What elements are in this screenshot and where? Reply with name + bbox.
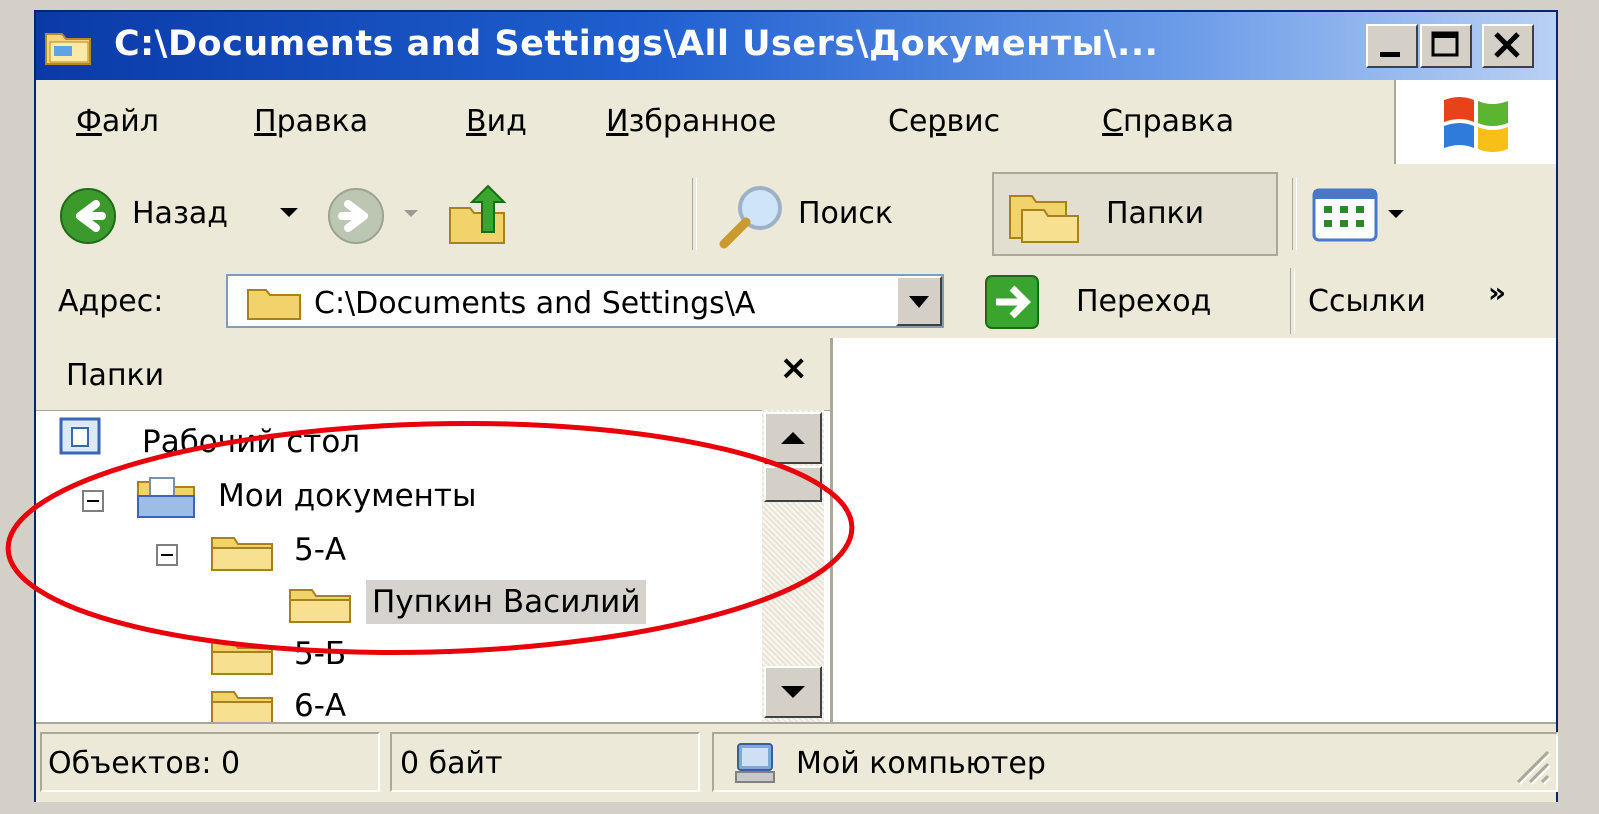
maximize-button[interactable] (1420, 24, 1472, 68)
collapse-5a-icon[interactable] (156, 544, 178, 566)
menu-file[interactable]: Файл (76, 104, 159, 139)
close-button[interactable] (1482, 24, 1534, 68)
back-button[interactable]: Назад (132, 196, 228, 231)
vertical-scrollbar[interactable] (762, 410, 824, 722)
tree-item-my-documents[interactable]: Мои документы (218, 478, 476, 514)
chevron-up-icon (781, 432, 805, 444)
window-title: C:\Documents and Settings\All Users\Доку… (114, 24, 1159, 64)
status-size: 0 байт (390, 732, 700, 792)
status-bar: Объектов: 0 0 байт Мой компьютер (36, 722, 1558, 802)
menu-edit[interactable]: Правка (254, 104, 368, 139)
minimize-icon (1380, 52, 1400, 57)
tree-item-6a[interactable]: 6-А (294, 688, 346, 724)
tree-item-5b[interactable]: 5-Б (294, 636, 346, 672)
go-arrow-icon[interactable] (984, 274, 1040, 330)
resize-grip-icon[interactable] (1508, 742, 1552, 786)
links-button[interactable]: Ссылки (1308, 284, 1426, 319)
back-arrow-icon[interactable] (58, 186, 118, 246)
address-label: Адрес: (58, 284, 163, 319)
collapse-my-documents-icon[interactable] (82, 490, 104, 512)
minimize-button[interactable] (1366, 24, 1418, 68)
folders-button[interactable]: Папки (992, 172, 1278, 256)
folder-window-icon (45, 33, 91, 65)
more-chevron-icon[interactable]: » (1488, 276, 1506, 309)
folder-icon (211, 537, 273, 571)
menu-view[interactable]: Вид (466, 104, 527, 139)
forward-dropdown-icon[interactable] (402, 208, 420, 220)
standard-toolbar: Назад Поиск Папки (36, 164, 1556, 265)
tree-item-pupkin-vasiliy[interactable]: Пупкин Василий (366, 580, 647, 624)
windows-logo-box (1394, 80, 1556, 164)
menu-help[interactable]: Справка (1102, 104, 1234, 139)
address-dropdown-button[interactable] (896, 276, 942, 326)
status-location: Мой компьютер (712, 732, 1558, 792)
back-dropdown-icon[interactable] (278, 206, 300, 220)
search-icon[interactable] (714, 180, 790, 250)
tree-item-desktop[interactable]: Рабочий стол (142, 424, 360, 460)
views-dropdown-icon[interactable] (1386, 208, 1406, 220)
folders-label: Папки (1106, 196, 1205, 231)
folder-icon (289, 589, 351, 623)
up-folder-icon[interactable] (446, 182, 516, 248)
toolbar-separator (692, 178, 697, 250)
maximize-icon (1431, 31, 1459, 57)
chevron-down-icon (909, 296, 929, 308)
address-label-text: Адрес: (58, 284, 164, 319)
windows-logo-icon (1444, 97, 1508, 152)
file-list-pane[interactable] (833, 338, 1556, 722)
folder-icon (211, 691, 273, 724)
address-input[interactable]: C:\Documents and Settings\A (226, 274, 944, 328)
address-value: C:\Documents and Settings\A (314, 286, 756, 321)
status-size-text: 0 байт (400, 746, 503, 781)
scroll-down-button[interactable] (764, 666, 822, 718)
views-icon[interactable] (1312, 188, 1382, 244)
scroll-up-button[interactable] (764, 412, 822, 464)
folders-pane: Папки × Рабочий стол Мои документы 5-А П… (36, 338, 833, 724)
status-location-text: Мой компьютер (796, 746, 1046, 781)
menu-tools[interactable]: Сервис (888, 104, 1000, 139)
menu-bar: Файл Правка Вид Избранное Сервис Справка (36, 80, 1556, 165)
folder-icon (211, 641, 273, 675)
desktop-icon (59, 417, 101, 455)
go-button[interactable]: Переход (1076, 284, 1211, 319)
close-pane-button[interactable]: × (780, 348, 809, 388)
address-bar: Адрес: C:\Documents and Settings\A Перех… (36, 264, 1556, 340)
my-computer-icon (735, 743, 775, 783)
status-objects: Объектов: 0 (40, 732, 380, 792)
forward-arrow-icon[interactable] (326, 186, 386, 246)
toolbar-separator (1290, 268, 1295, 334)
chevron-down-icon (781, 686, 805, 698)
folders-pane-header: Папки × (36, 338, 830, 411)
search-button[interactable]: Поиск (798, 196, 893, 231)
title-bar[interactable]: C:\Documents and Settings\All Users\Доку… (36, 12, 1556, 80)
close-icon (1494, 32, 1520, 58)
folders-icon (1009, 195, 1079, 243)
tree-item-5a[interactable]: 5-А (294, 532, 346, 568)
my-documents-icon (137, 477, 195, 518)
menu-favorites[interactable]: Избранное (606, 104, 776, 139)
toolbar-separator (1292, 178, 1297, 250)
status-objects-text: Объектов: 0 (48, 746, 241, 781)
scroll-thumb[interactable] (764, 466, 822, 502)
explorer-window: C:\Documents and Settings\All Users\Доку… (34, 10, 1558, 802)
folder-icon (247, 289, 301, 320)
folders-pane-title: Папки (66, 358, 165, 393)
